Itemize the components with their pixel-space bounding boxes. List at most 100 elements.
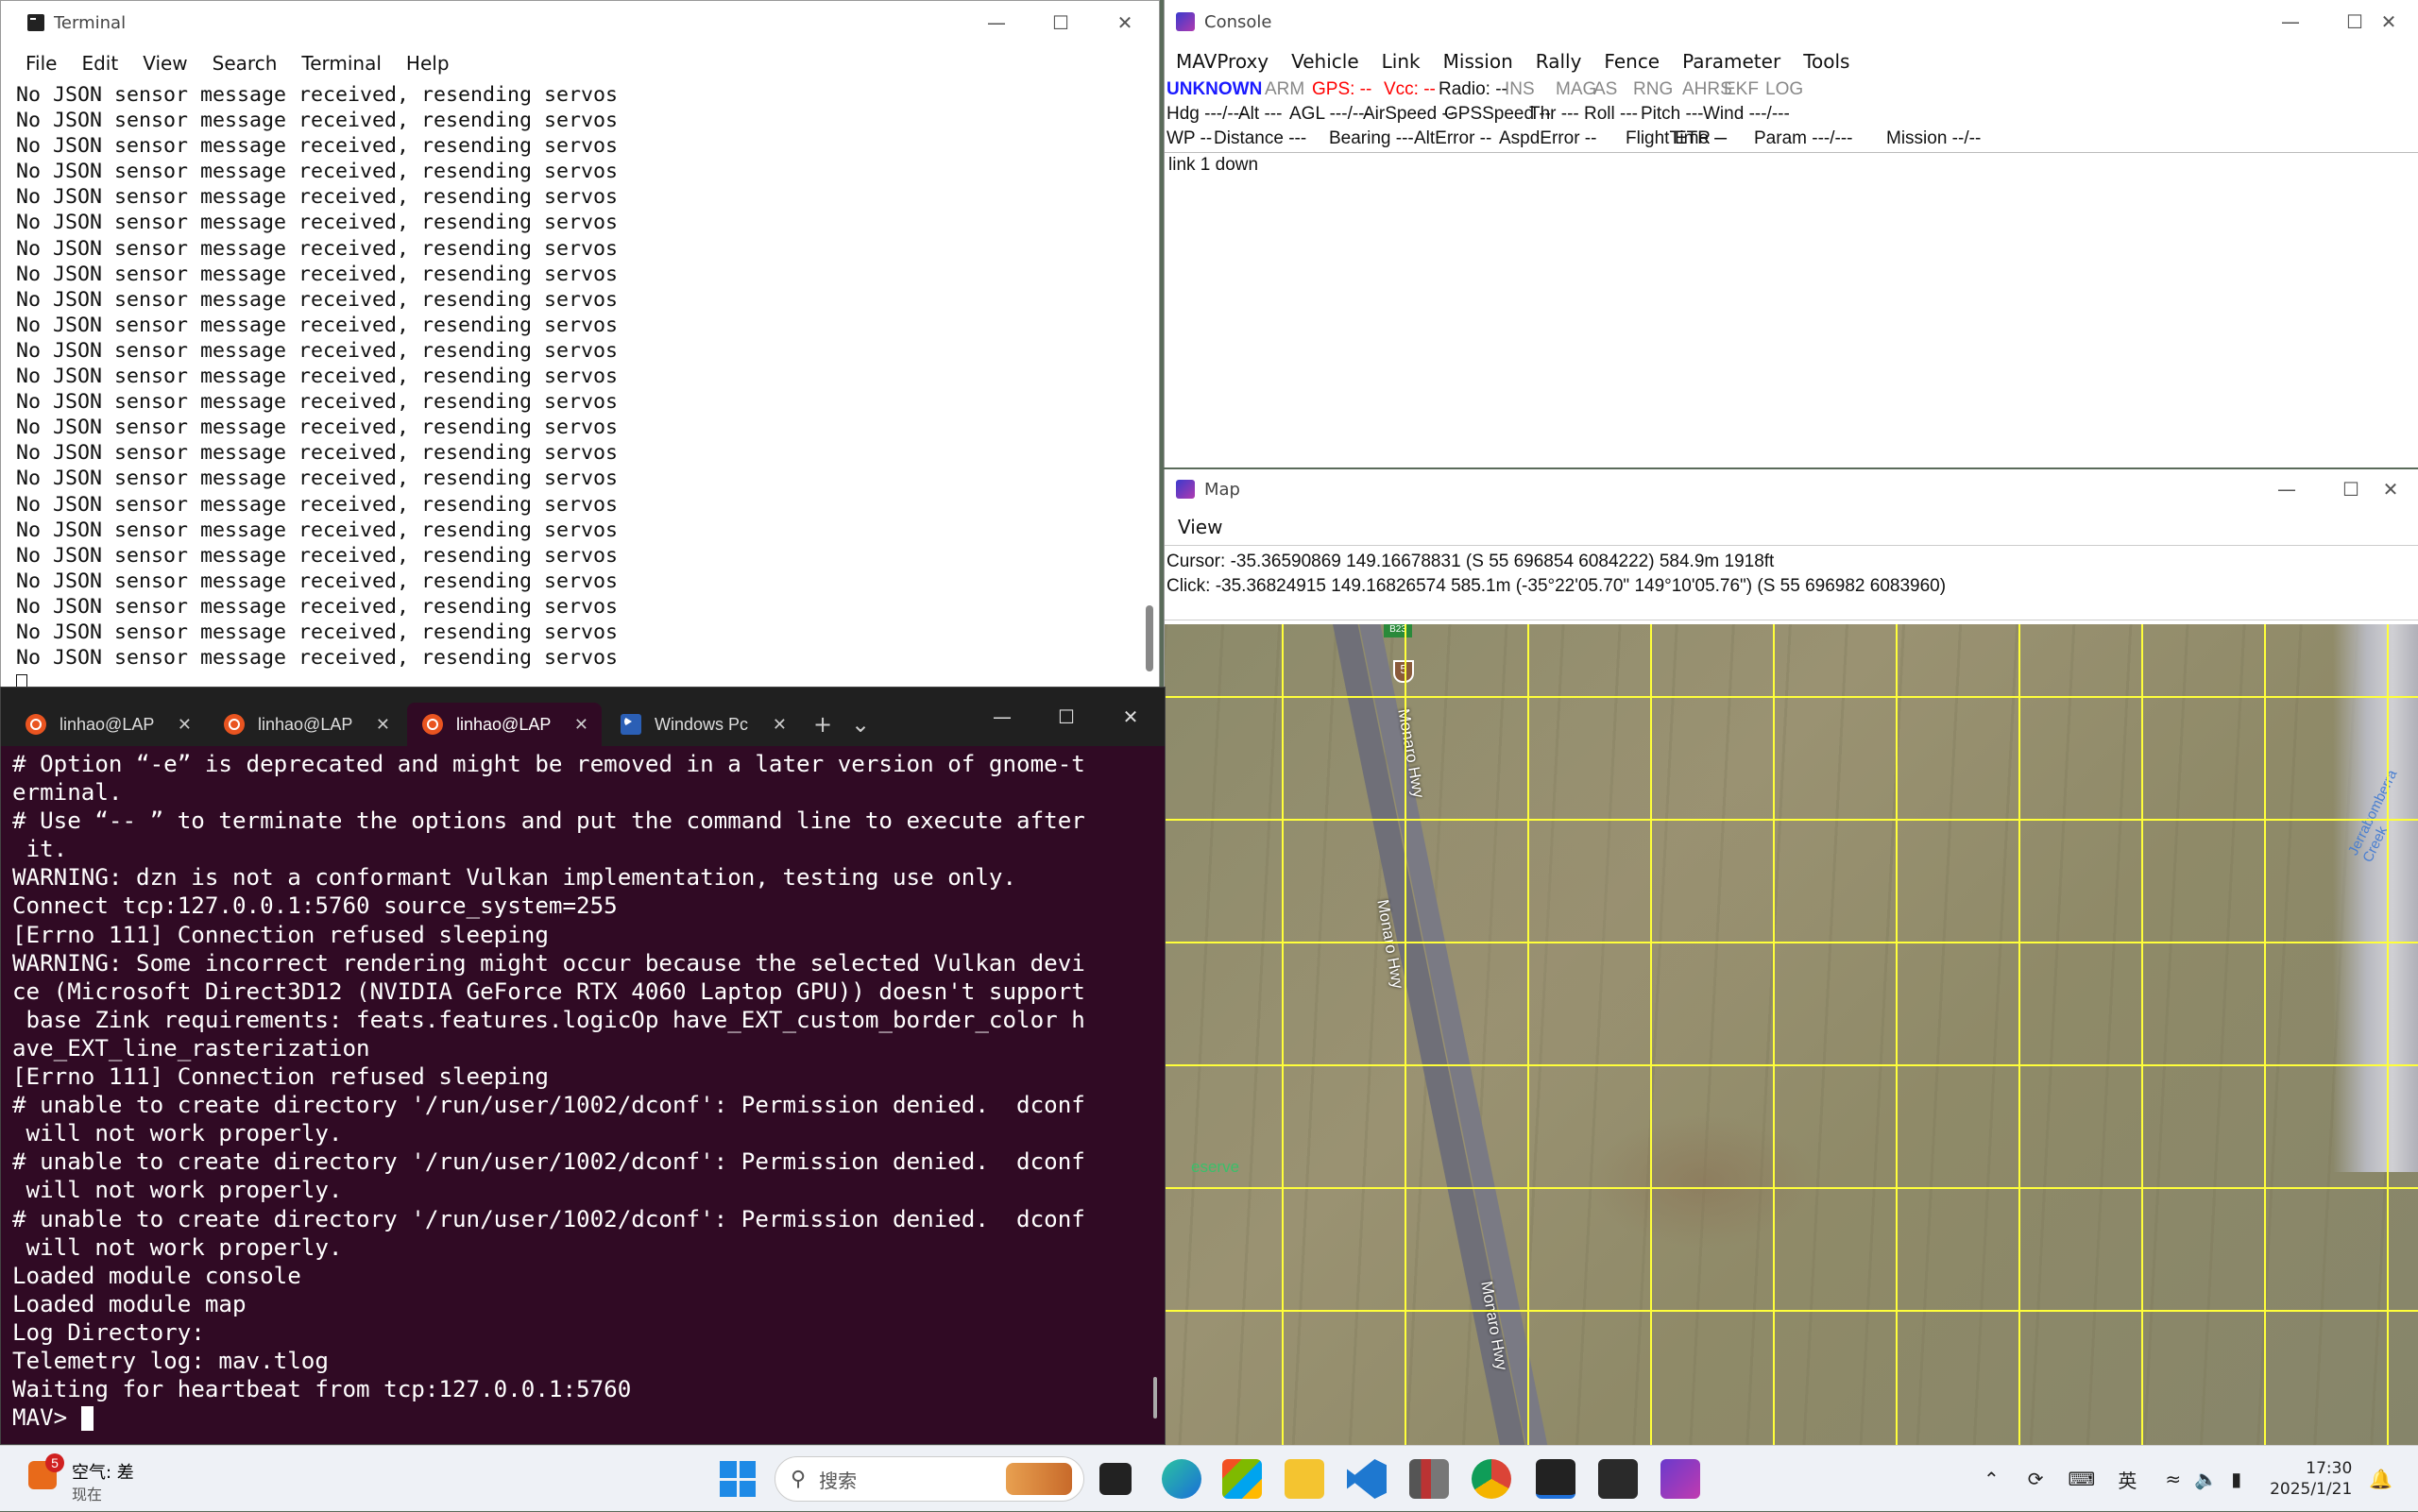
grid-line-vertical [2018, 624, 2020, 1445]
menu-help[interactable]: Help [406, 52, 450, 75]
terminal-output[interactable]: No JSON sensor message received, resendi… [16, 82, 1138, 688]
volume-muted-icon[interactable]: 🔈 [2194, 1468, 2218, 1490]
status-arm: ARM [1265, 79, 1305, 99]
search-placeholder: 搜索 [819, 1469, 858, 1492]
store-icon[interactable] [1222, 1459, 1262, 1499]
minimize-button[interactable]: — [2255, 469, 2319, 509]
mavproxy-icon[interactable] [1660, 1459, 1700, 1499]
grid-line-vertical [1282, 624, 1284, 1445]
prompt-line[interactable]: MAV> [12, 1403, 1146, 1432]
tab-dropdown-button[interactable]: ⌄ [842, 703, 879, 746]
menu-mavproxy[interactable]: MAVProxy [1176, 50, 1269, 73]
ubuntu-icon [26, 714, 46, 735]
text-cursor [80, 1406, 94, 1432]
map-view[interactable]: Monaro Hwy Monaro Hwy Monaro Hwy eserve … [1165, 624, 2418, 1445]
status-log: LOG [1765, 79, 1804, 99]
grid-line-vertical [1773, 624, 1775, 1445]
grid-line-horizontal [1165, 1310, 2418, 1312]
grid-line-horizontal [1165, 1064, 2418, 1066]
vscode-icon[interactable] [1347, 1459, 1387, 1499]
taskbar: 5 空气: 差 现在 ⚲ 搜索 ⌃ ⟳ ⌨ 英 ≈ 🔈 ▮ 17:30 2025… [0, 1445, 2418, 1511]
minimize-button[interactable]: — [970, 688, 1034, 746]
terminal-icon[interactable] [1536, 1459, 1575, 1499]
menu-view[interactable]: View [143, 52, 187, 75]
console-titlebar[interactable]: Console [1165, 0, 2418, 43]
close-button[interactable]: ✕ [1093, 1, 1157, 44]
status-mission: Mission --/-- [1886, 128, 1982, 148]
minimize-button[interactable]: — [2258, 0, 2323, 43]
clock-date: 2025/1/21 [2270, 1480, 2353, 1499]
books-icon[interactable] [1409, 1459, 1449, 1499]
close-icon[interactable]: ✕ [773, 715, 787, 735]
close-button[interactable]: ✕ [1098, 688, 1163, 746]
maximize-button[interactable]: ☐ [1034, 688, 1098, 746]
terminal-line: No JSON sensor message received, resendi… [16, 365, 619, 389]
keyboard-icon[interactable]: ⌨ [2069, 1468, 2096, 1490]
edge-icon[interactable] [1162, 1459, 1201, 1499]
grid-line-horizontal [1165, 942, 2418, 943]
sync-icon[interactable]: ⟳ [2028, 1468, 2044, 1490]
weather-widget[interactable]: 5 空气: 差 现在 [28, 1453, 170, 1504]
output-line: [Errno 111] Connection refused sleeping [12, 921, 549, 948]
windows-terminal: linhao@LAP ✕ linhao@LAP ✕ linhao@LAP ✕ Windows… [0, 687, 1166, 1445]
map-titlebar[interactable]: Map [1165, 469, 2418, 509]
terminal-icon-2[interactable] [1598, 1459, 1638, 1499]
chevron-up-icon[interactable]: ⌃ [1984, 1468, 2000, 1490]
close-icon[interactable]: ✕ [178, 715, 192, 735]
menu-terminal[interactable]: Terminal [301, 52, 382, 75]
highway-road-2 [1359, 624, 1549, 1445]
menu-file[interactable]: File [26, 52, 57, 75]
start-icon[interactable] [720, 1461, 756, 1497]
terminal-line: No JSON sensor message received, resendi… [16, 416, 619, 440]
ime-indicator[interactable]: 英 [2118, 1466, 2137, 1493]
maximize-button[interactable]: ☐ [1029, 1, 1093, 44]
close-icon[interactable]: ✕ [376, 715, 390, 735]
menu-mission[interactable]: Mission [1443, 50, 1513, 73]
close-icon[interactable]: ✕ [574, 715, 588, 735]
tab-4[interactable]: Windows Pc ✕ [605, 703, 800, 746]
route-shield: 5 [1393, 660, 1414, 683]
menu-view[interactable]: View [1178, 516, 1222, 538]
tab-3[interactable]: linhao@LAP ✕ [407, 703, 602, 746]
menu-tools[interactable]: Tools [1803, 50, 1849, 73]
terminal-scrollbar[interactable] [1146, 605, 1153, 671]
clock[interactable]: 17:30 2025/1/21 [2270, 1458, 2352, 1500]
status-distance: Distance --- [1214, 128, 1307, 148]
terminal-line: No JSON sensor message received, resendi… [16, 160, 619, 184]
grid-line-vertical [2387, 624, 2389, 1445]
menu-rally[interactable]: Rally [1536, 50, 1582, 73]
terminal-scrollbar[interactable] [1153, 1377, 1157, 1419]
close-button[interactable]: ✕ [2358, 0, 2418, 43]
status-unknown: UNKNOWN [1166, 79, 1263, 99]
grid-line-vertical [1896, 624, 1898, 1445]
console-log[interactable]: link 1 down [1165, 152, 2418, 467]
tab-label: linhao@LAP [60, 714, 155, 734]
tab-label: linhao@LAP [258, 714, 353, 734]
new-tab-button[interactable]: + [804, 703, 842, 746]
task-view-icon[interactable] [1099, 1463, 1132, 1495]
terminal-line: No JSON sensor message received, resendi… [16, 185, 619, 210]
menu-link[interactable]: Link [1382, 50, 1421, 73]
menu-search[interactable]: Search [213, 52, 278, 75]
cursor-coordinates: Cursor: -35.36590869 149.16678831 (S 55 … [1166, 552, 1775, 571]
tab-1[interactable]: linhao@LAP ✕ [10, 703, 205, 746]
output-line: Log Directory: [12, 1318, 205, 1346]
menu-parameter[interactable]: Parameter [1682, 50, 1780, 73]
minimize-button[interactable]: — [964, 1, 1029, 44]
menu-edit[interactable]: Edit [81, 52, 118, 75]
notification-bell-icon[interactable]: 🔔 [2369, 1468, 2392, 1490]
battery-icon[interactable]: ▮ [2231, 1468, 2241, 1490]
menu-fence[interactable]: Fence [1604, 50, 1660, 73]
terminal-app-icon [27, 14, 44, 31]
tab-2[interactable]: linhao@LAP ✕ [209, 703, 403, 746]
close-button[interactable]: ✕ [2362, 469, 2418, 509]
wifi-icon[interactable]: ≈ [2165, 1468, 2181, 1490]
chrome-icon[interactable] [1472, 1459, 1511, 1499]
menu-vehicle[interactable]: Vehicle [1291, 50, 1359, 73]
search-box[interactable]: ⚲ 搜索 [775, 1456, 1084, 1502]
file-explorer-icon[interactable] [1285, 1459, 1324, 1499]
grid-line-horizontal [1165, 696, 2418, 698]
reserve-label: eserve [1191, 1158, 1240, 1176]
output-line: WARNING: dzn is not a conformant Vulkan … [12, 864, 1017, 892]
mavproxy-terminal-output[interactable]: # Option “-e” is deprecated and might be… [12, 750, 1146, 1444]
